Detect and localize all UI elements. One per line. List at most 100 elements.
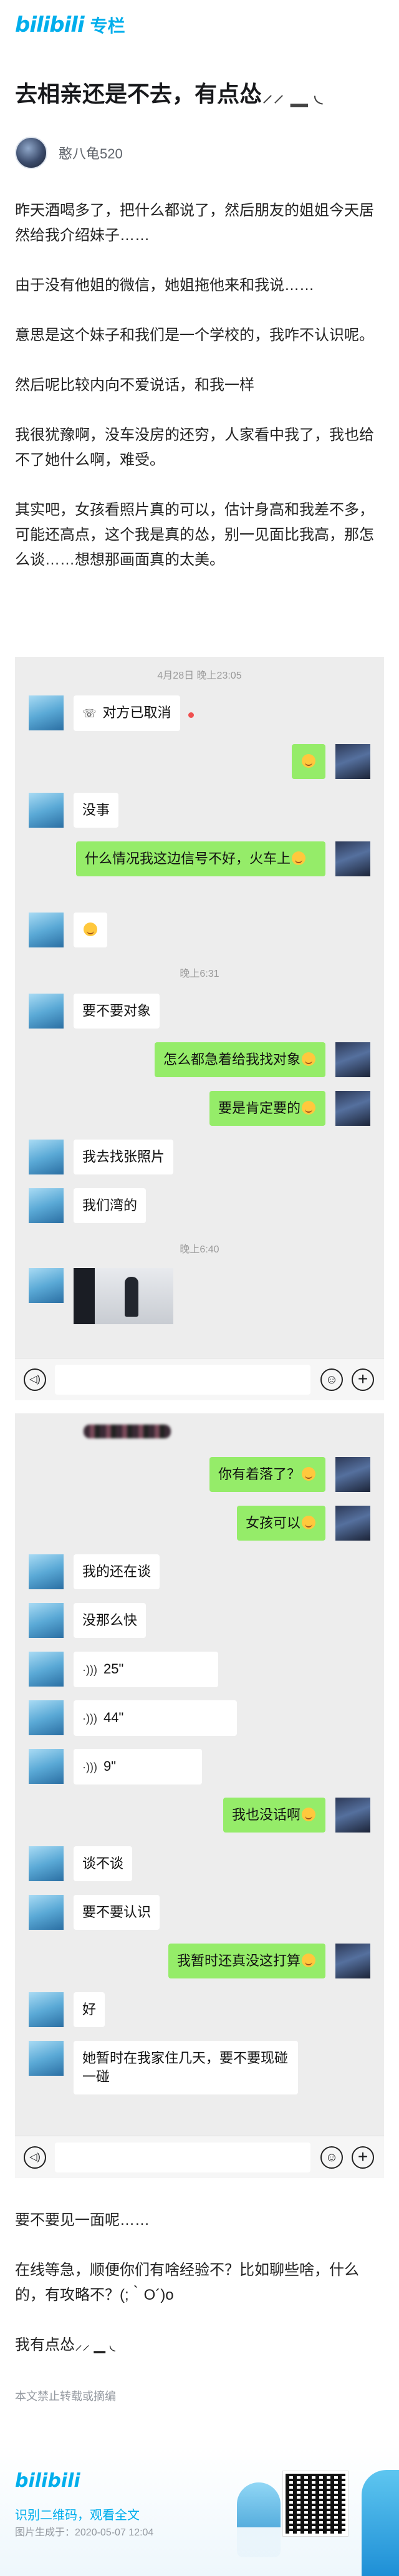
message-left: 她暂时在我家住几天，要不要现碰一碰 <box>29 2041 298 2094</box>
friend-avatar[interactable] <box>29 2041 64 2076</box>
message-bubble[interactable]: 我也没话啊 <box>223 1798 325 1833</box>
message-right: 要是肯定要的 <box>209 1091 370 1126</box>
self-avatar[interactable] <box>335 1457 370 1492</box>
voice-message[interactable]: ·))) 9" <box>74 1749 202 1784</box>
article-closing: 要不要见一面呢…… 在线等急，顺便你们有啥经验不？比如聊些啥，什么的，有攻略不？… <box>15 2208 384 2383</box>
message-bubble[interactable]: 你有着落了？ <box>209 1457 325 1492</box>
more-actions-icon[interactable]: + <box>352 1368 374 1391</box>
paragraph: 由于没有他姐的微信，她姐拖他来和我说…… <box>15 277 314 294</box>
message-text: 女孩可以 <box>245 1515 300 1531</box>
self-avatar[interactable] <box>335 744 370 779</box>
message-left: ·))) 9" <box>29 1749 202 1784</box>
emoji-bubble[interactable] <box>292 744 325 779</box>
paragraph: 意思是这个妹子和我们是一个学校的，我咋不认识呢。 <box>15 327 374 344</box>
paragraph: 我有点怂⸝⸝ ▁ ◟ <box>15 2336 116 2353</box>
friend-avatar[interactable] <box>29 1749 64 1784</box>
message-bubble[interactable]: 我暂时还真没这打算 <box>168 1944 325 1978</box>
message-bubble[interactable]: 她暂时在我家住几天，要不要现碰一碰 <box>74 2041 298 2094</box>
message-text: 要是肯定要的 <box>218 1100 300 1116</box>
message-bubble[interactable]: 女孩可以 <box>236 1506 325 1541</box>
friend-avatar[interactable] <box>29 1652 64 1687</box>
message-input[interactable] <box>55 1365 310 1395</box>
chat-input-bar: ◁) ☺ + <box>15 2136 384 2178</box>
friend-avatar[interactable] <box>29 793 64 828</box>
self-avatar[interactable] <box>335 1944 370 1978</box>
self-avatar[interactable] <box>335 841 370 876</box>
friend-avatar[interactable] <box>29 913 64 947</box>
smile-emoji-icon <box>302 1954 315 1967</box>
more-actions-icon[interactable]: + <box>352 2146 374 2169</box>
message-bubble[interactable]: 我们湾的 <box>74 1188 147 1223</box>
chat-screenshot-1: 4月28日 晚上23:05 ☏ 对方已取消 没事 什么情况我这边信号不好，火车上 … <box>15 657 384 1400</box>
message-bubble[interactable]: 谈不谈 <box>74 1846 133 1881</box>
message-bubble[interactable]: 我的还在谈 <box>74 1554 160 1589</box>
app-header: bilibili 专栏 <box>0 0 399 50</box>
message-right: 怎么都急着给我找对象 <box>154 1042 370 1077</box>
emoji-picker-icon[interactable]: ☺ <box>320 1368 343 1391</box>
author-avatar[interactable] <box>15 137 47 169</box>
smile-emoji-icon <box>302 1467 315 1481</box>
message-bubble[interactable]: 没那么快 <box>74 1603 147 1638</box>
friend-avatar[interactable] <box>29 1140 64 1174</box>
friend-avatar[interactable] <box>29 1700 64 1735</box>
smile-emoji-icon <box>302 1101 315 1115</box>
self-avatar[interactable] <box>335 1042 370 1077</box>
paragraph: 在线等急，顺便你们有啥经验不？比如聊些啥，什么的，有攻略不？(;｀O´)o <box>15 2262 359 2303</box>
message-bubble[interactable]: 没事 <box>74 793 119 828</box>
copyright-notice: 本文禁止转载或摘编 <box>15 2390 116 2403</box>
message-bubble[interactable]: 要不要认识 <box>74 1895 160 1930</box>
voice-duration: 44" <box>103 1710 124 1725</box>
message-left: ·))) 44" <box>29 1700 237 1736</box>
bilibili-logo[interactable]: bilibili <box>15 12 85 37</box>
photo-message[interactable] <box>74 1268 173 1324</box>
timestamp: 晚上6:31 <box>180 969 219 979</box>
friend-avatar[interactable] <box>29 1992 64 2027</box>
friend-avatar[interactable] <box>29 1603 64 1638</box>
emoji-picker-icon[interactable]: ☺ <box>320 2146 343 2169</box>
paragraph: 其实吧，女孩看照片真的可以，估计身高和我差不多，可能还高点，这个我是真的怂，别一… <box>15 501 374 568</box>
author-row[interactable]: 憨八龟520 <box>15 134 123 172</box>
footer-logo: bilibili <box>15 2470 80 2492</box>
message-left: 好 <box>29 1992 105 2027</box>
author-name[interactable]: 憨八龟520 <box>59 143 123 163</box>
friend-avatar[interactable] <box>29 1846 64 1881</box>
call-bubble[interactable]: ☏ 对方已取消 <box>74 695 194 731</box>
message-text: 怎么都急着给我找对象 <box>163 1052 300 1067</box>
self-avatar[interactable] <box>335 1506 370 1541</box>
friend-avatar[interactable] <box>29 994 64 1029</box>
article-body: 昨天酒喝多了，把什么都说了，然后朋友的姐姐今天居然给我介绍妹子…… 由于没有他姐… <box>15 198 384 598</box>
message-bubble[interactable]: 什么情况我这边信号不好，火车上 <box>76 841 325 876</box>
voice-message[interactable]: ·))) 25" <box>74 1652 218 1687</box>
emoji-bubble[interactable] <box>74 913 107 947</box>
message-right <box>292 744 370 779</box>
message-input[interactable] <box>55 2143 310 2172</box>
voice-wave-icon: ·))) <box>82 1761 97 1773</box>
message-bubble[interactable]: 怎么都急着给我找对象 <box>154 1042 325 1077</box>
friend-avatar[interactable] <box>29 1554 64 1589</box>
message-bubble[interactable]: 好 <box>74 1992 105 2027</box>
message-left: 我们湾的 <box>29 1188 147 1223</box>
message-text: 你有着落了？ <box>218 1466 300 1482</box>
voice-input-icon[interactable]: ◁) <box>24 1368 46 1391</box>
qr-code[interactable] <box>283 2471 348 2536</box>
message-bubble[interactable]: 要不要对象 <box>74 994 160 1029</box>
timestamp: 晚上6:40 <box>180 1244 219 1255</box>
message-bubble[interactable]: 要是肯定要的 <box>209 1091 325 1126</box>
voice-input-icon[interactable]: ◁) <box>24 2146 46 2169</box>
message-bubble[interactable]: 我去找张照片 <box>74 1140 174 1174</box>
self-avatar[interactable] <box>335 1091 370 1126</box>
voice-message[interactable]: ·))) 44" <box>74 1700 237 1736</box>
grin-emoji-icon <box>302 754 315 768</box>
decorative-shape <box>362 2470 399 2576</box>
voice-duration: 9" <box>103 1758 117 1774</box>
friend-avatar[interactable] <box>29 1268 64 1303</box>
friend-avatar[interactable] <box>29 1188 64 1223</box>
message-text: 对方已取消 <box>102 705 171 720</box>
article-title: 去相亲还是不去，有点怂⸝⸝ ▁ ◟ <box>15 80 384 109</box>
self-avatar[interactable] <box>335 1798 370 1833</box>
title-text: 去相亲还是不去，有点怂 <box>15 81 262 107</box>
friend-avatar[interactable] <box>29 695 64 730</box>
message-text: 什么情况我这边信号不好，火车上 <box>85 851 291 866</box>
friend-avatar[interactable] <box>29 1895 64 1930</box>
timestamp: 4月28日 晚上23:05 <box>157 671 242 681</box>
